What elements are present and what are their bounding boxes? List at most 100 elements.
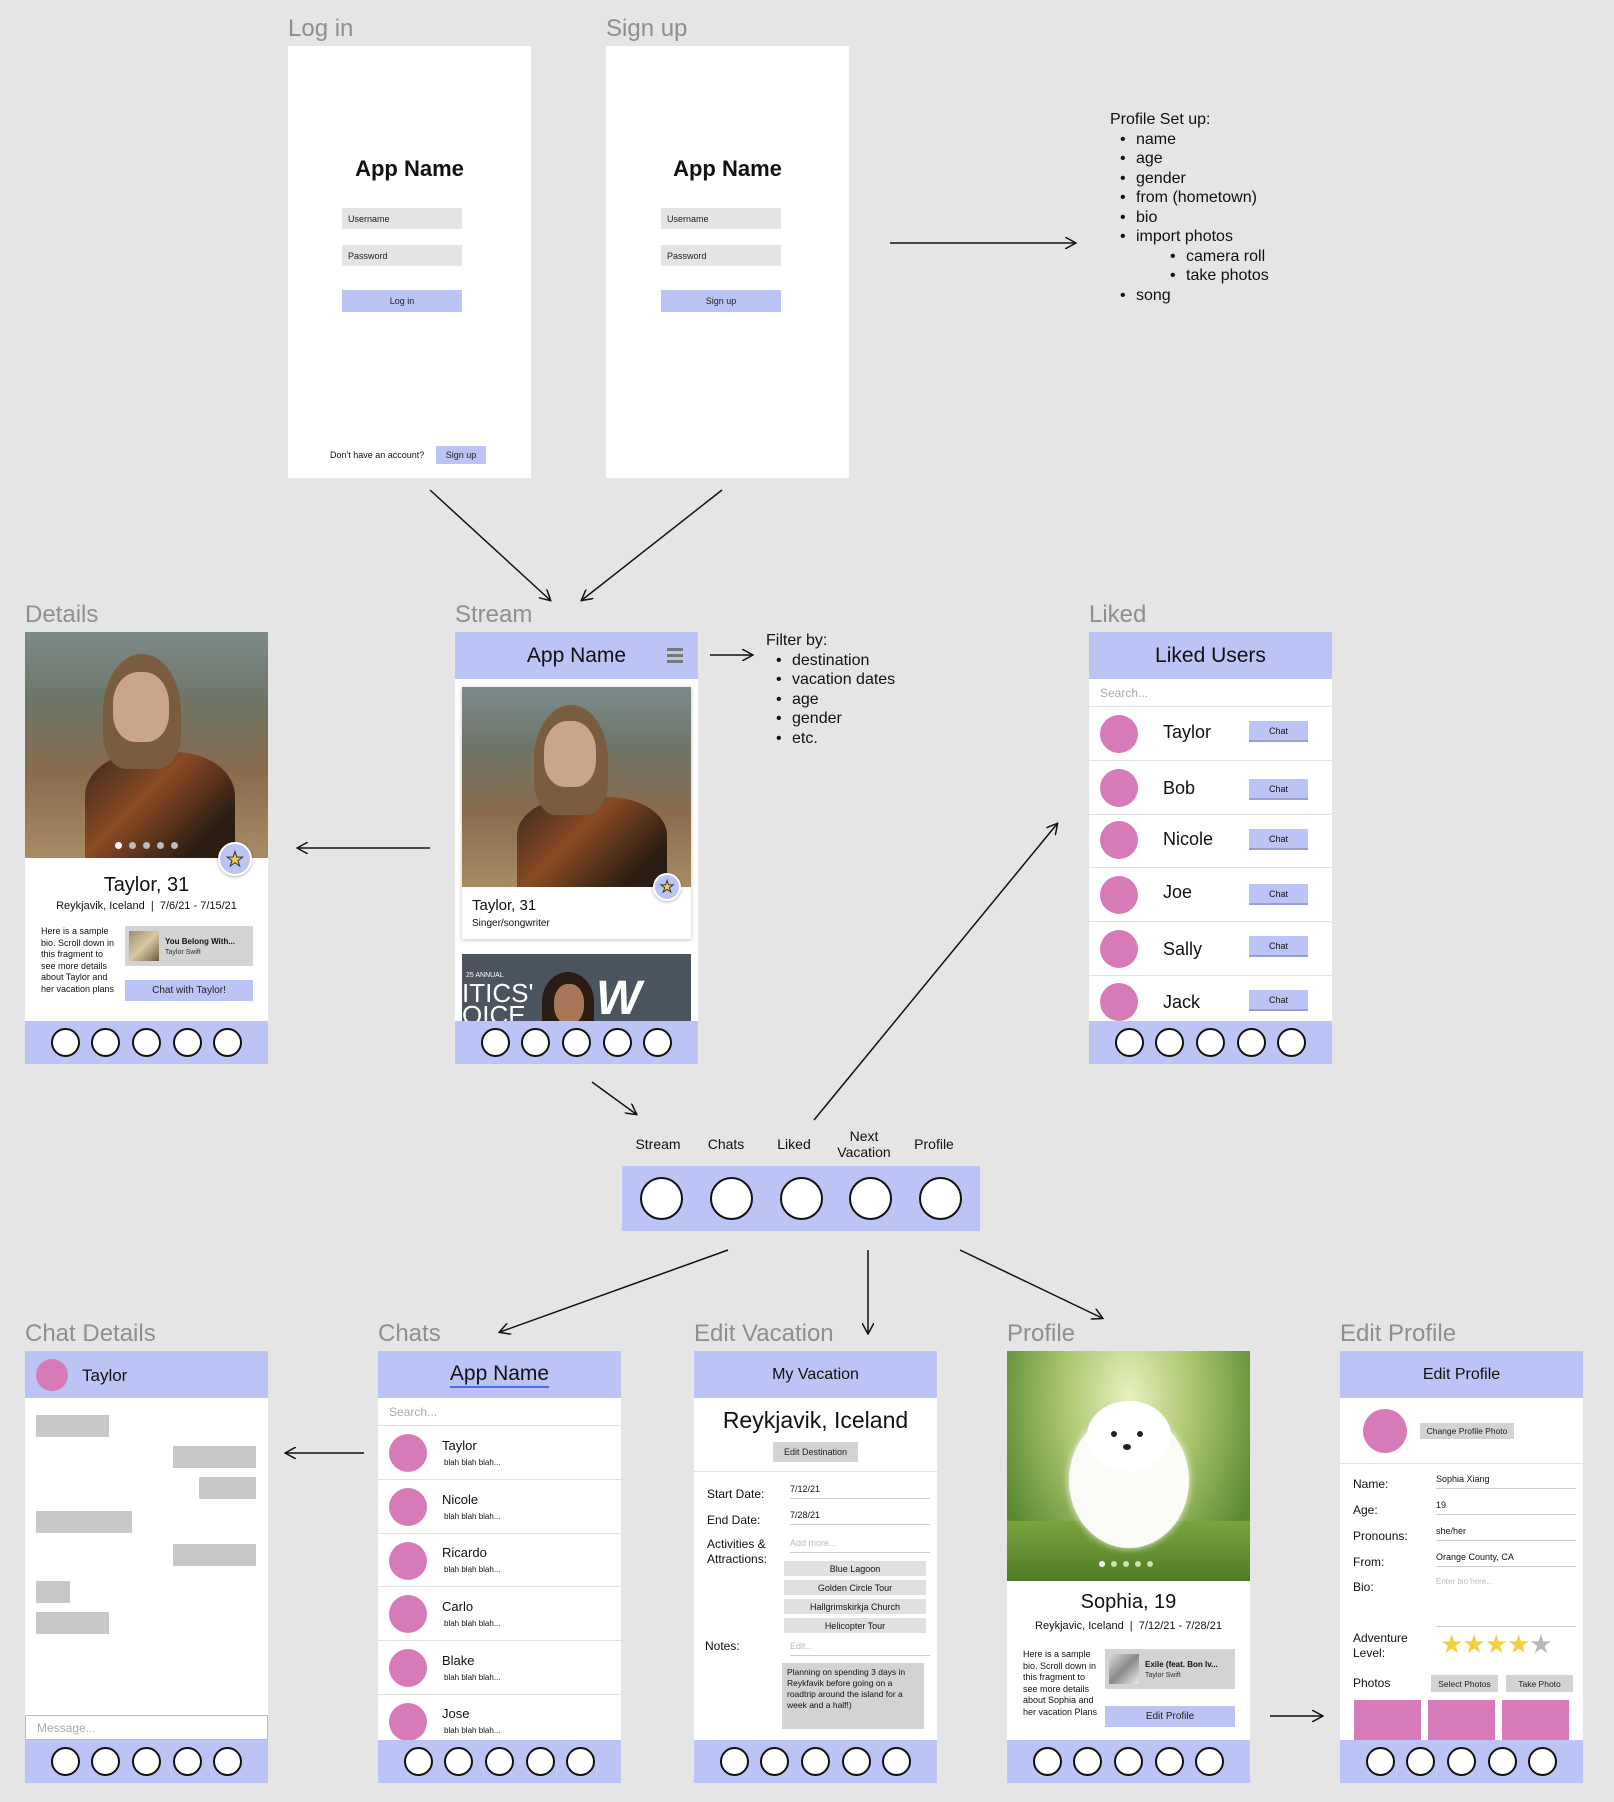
nav-vacation-icon[interactable]: [172, 1747, 202, 1776]
star-icon[interactable]: ★: [1440, 1629, 1463, 1659]
password-field[interactable]: Password: [342, 245, 462, 266]
nav-liked-icon[interactable]: [131, 1028, 161, 1057]
nav-stream-icon[interactable]: [1365, 1747, 1395, 1776]
chat-row[interactable]: Nicole blah blah blah...: [378, 1480, 621, 1533]
chat-row[interactable]: Jose blah blah blah...: [378, 1695, 621, 1741]
star-icon[interactable]: ★: [1462, 1629, 1485, 1659]
chat-row[interactable]: Ricardo blah blah blah...: [378, 1534, 621, 1586]
chat-button[interactable]: Chat: [1249, 779, 1308, 800]
nav-chats-icon[interactable]: [521, 1028, 551, 1057]
song-card[interactable]: You Belong With... Taylor Swift: [125, 926, 253, 966]
password-field[interactable]: Password: [661, 245, 781, 266]
nav-stream-icon[interactable]: [640, 1177, 683, 1220]
nav-profile-icon[interactable]: [643, 1028, 673, 1057]
add-more-field[interactable]: Add more...: [790, 1538, 930, 1553]
nav-vacation-icon[interactable]: [525, 1747, 555, 1776]
from-field[interactable]: Orange County, CA: [1436, 1552, 1576, 1567]
name-field[interactable]: Sophia Xiang: [1436, 1474, 1576, 1489]
nav-vacation-icon[interactable]: [1487, 1747, 1517, 1776]
nav-chats-icon[interactable]: [1155, 1028, 1185, 1057]
nav-vacation-icon[interactable]: [849, 1177, 893, 1220]
nav-liked-icon[interactable]: [779, 1177, 823, 1220]
star-icon[interactable]: ★: [1529, 1629, 1552, 1659]
nav-stream-icon[interactable]: [50, 1028, 80, 1057]
nav-chats-icon[interactable]: [1073, 1747, 1103, 1776]
nav-profile-icon[interactable]: [213, 1028, 243, 1057]
nav-stream-icon[interactable]: [480, 1028, 510, 1057]
profile-card[interactable]: ★ Taylor, 31 Singer/songwriter: [462, 687, 691, 939]
nav-liked-icon[interactable]: [131, 1747, 161, 1776]
nav-stream-icon[interactable]: [719, 1747, 749, 1776]
menu-icon[interactable]: [667, 648, 683, 663]
nav-profile-icon[interactable]: [566, 1747, 596, 1776]
photo-slot[interactable]: [1428, 1700, 1495, 1742]
username-field[interactable]: Username: [661, 208, 781, 229]
liked-row[interactable]: Taylor Chat: [1089, 707, 1332, 760]
nav-chats-icon[interactable]: [444, 1747, 474, 1776]
username-field[interactable]: Username: [342, 208, 462, 229]
chat-button[interactable]: Chat: [1249, 829, 1308, 850]
nav-liked-icon[interactable]: [1113, 1747, 1143, 1776]
nav-profile-icon[interactable]: [1277, 1028, 1307, 1057]
nav-stream-icon[interactable]: [50, 1747, 80, 1776]
nav-profile-icon[interactable]: [919, 1177, 962, 1220]
attraction-item[interactable]: Helicopter Tour: [784, 1618, 926, 1633]
notes-text[interactable]: Planning on spending 3 days in Reykfavik…: [782, 1663, 924, 1729]
nav-vacation-icon[interactable]: [172, 1028, 202, 1057]
signup-button[interactable]: Sign up: [661, 290, 781, 312]
star-icon[interactable]: ★: [1507, 1629, 1530, 1659]
nav-liked-icon[interactable]: [1446, 1747, 1476, 1776]
edit-destination-button[interactable]: Edit Destination: [773, 1442, 858, 1462]
nav-profile-icon[interactable]: [882, 1747, 912, 1776]
second-card[interactable]: 25 ANNUAL ITICS' OICE W: [462, 954, 691, 1024]
carousel-dots[interactable]: [1099, 1561, 1153, 1567]
nav-stream-icon[interactable]: [1032, 1747, 1062, 1776]
login-button[interactable]: Log in: [342, 290, 462, 312]
avatar[interactable]: [1363, 1409, 1407, 1453]
nav-stream-icon[interactable]: [1114, 1028, 1144, 1057]
age-field[interactable]: 19: [1436, 1500, 1576, 1515]
chat-row[interactable]: Blake blah blah blah...: [378, 1641, 621, 1694]
nav-chats-icon[interactable]: [91, 1028, 121, 1057]
favorite-star-icon[interactable]: ★: [218, 842, 252, 876]
liked-row[interactable]: Jack Chat: [1089, 976, 1332, 1022]
liked-row[interactable]: Sally Chat: [1089, 922, 1332, 975]
edit-profile-button[interactable]: Edit Profile: [1105, 1706, 1235, 1727]
adventure-stars[interactable]: ★★★★★: [1440, 1629, 1553, 1660]
favorite-star-icon[interactable]: ★: [653, 873, 681, 901]
message-input[interactable]: Message...: [25, 1715, 268, 1740]
nav-chats-icon[interactable]: [709, 1177, 753, 1220]
nav-vacation-icon[interactable]: [1236, 1028, 1266, 1057]
nav-liked-icon[interactable]: [800, 1747, 830, 1776]
nav-vacation-icon[interactable]: [602, 1028, 632, 1057]
pronouns-field[interactable]: she/her: [1436, 1526, 1576, 1541]
song-card[interactable]: Exile (feat. Bon Iv... Taylor Swift: [1105, 1649, 1235, 1689]
search-input[interactable]: Search...: [1100, 686, 1148, 700]
chat-with-button[interactable]: Chat with Taylor!: [125, 980, 253, 1001]
chat-button[interactable]: Chat: [1249, 936, 1308, 957]
liked-row[interactable]: Joe Chat: [1089, 868, 1332, 921]
nav-chats-icon[interactable]: [760, 1747, 790, 1776]
nav-profile-icon[interactable]: [213, 1747, 243, 1776]
nav-stream-icon[interactable]: [403, 1747, 433, 1776]
chat-button[interactable]: Chat: [1249, 721, 1308, 742]
take-photo-button[interactable]: Take Photo: [1506, 1675, 1573, 1692]
end-date-field[interactable]: 7/28/21: [790, 1510, 930, 1525]
nav-liked-icon[interactable]: [484, 1747, 514, 1776]
nav-chats-icon[interactable]: [91, 1747, 121, 1776]
attraction-item[interactable]: Golden Circle Tour: [784, 1580, 926, 1595]
chat-button[interactable]: Chat: [1249, 990, 1308, 1011]
search-input[interactable]: Search...: [389, 1405, 437, 1419]
carousel-dots[interactable]: [115, 842, 178, 849]
nav-vacation-icon[interactable]: [1154, 1747, 1184, 1776]
login-signup-button[interactable]: Sign up: [436, 446, 486, 464]
chat-row[interactable]: Taylor blah blah blah...: [378, 1426, 621, 1479]
attraction-item[interactable]: Blue Lagoon: [784, 1561, 926, 1576]
nav-profile-icon[interactable]: [1195, 1747, 1225, 1776]
chat-row[interactable]: Carlo blah blah blah...: [378, 1587, 621, 1640]
change-photo-button[interactable]: Change Profile Photo: [1420, 1423, 1514, 1439]
nav-liked-icon[interactable]: [561, 1028, 591, 1057]
bio-field[interactable]: Enter bio here...: [1436, 1577, 1576, 1627]
attraction-item[interactable]: Hallgrimskirkja Church: [784, 1599, 926, 1614]
liked-row[interactable]: Bob Chat: [1089, 761, 1332, 814]
